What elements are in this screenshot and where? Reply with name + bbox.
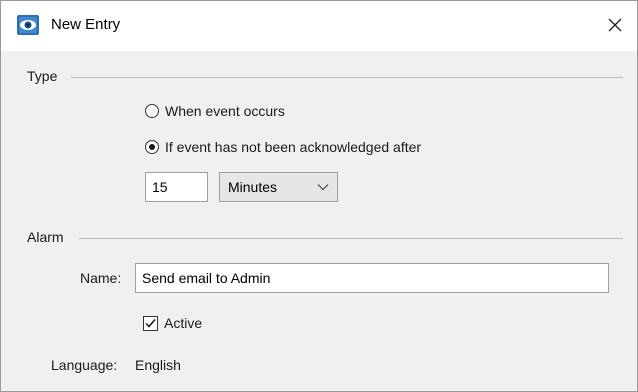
checkmark-icon [145, 318, 156, 328]
type-section-label: Type [27, 68, 58, 84]
active-checkbox[interactable] [143, 315, 158, 331]
close-button[interactable] [601, 11, 629, 39]
alarm-section-label: Alarm [27, 229, 64, 245]
name-label: Name: [80, 270, 122, 286]
name-input[interactable]: Send email to Admin [135, 263, 609, 293]
radio-not-acknowledged[interactable]: If event has not been acknowledged after [145, 139, 421, 155]
eye-icon [17, 15, 39, 35]
new-entry-dialog: New Entry Type When event occurs If even… [0, 0, 638, 392]
language-label: Language: [51, 357, 118, 373]
dialog-content: Type When event occurs If event has not … [9, 51, 627, 383]
type-section-divider [71, 77, 623, 78]
title-bar: New Entry [1, 1, 637, 51]
window-title: New Entry [51, 16, 121, 33]
unit-selected-value: Minutes [228, 179, 278, 195]
duration-input[interactable]: 15 [145, 172, 208, 202]
chevron-down-icon [317, 184, 329, 191]
unit-dropdown[interactable]: Minutes [219, 172, 338, 202]
radio-button-selected[interactable] [145, 140, 159, 154]
active-label: Active [164, 315, 203, 331]
radio-label: When event occurs [165, 103, 285, 119]
alarm-section-divider [79, 238, 623, 239]
active-checkbox-row[interactable]: Active [143, 315, 202, 331]
radio-label: If event has not been acknowledged after [165, 139, 422, 155]
close-icon [608, 18, 622, 32]
radio-button[interactable] [145, 104, 159, 118]
radio-when-event-occurs[interactable]: When event occurs [145, 103, 285, 119]
language-value: English [135, 357, 181, 373]
